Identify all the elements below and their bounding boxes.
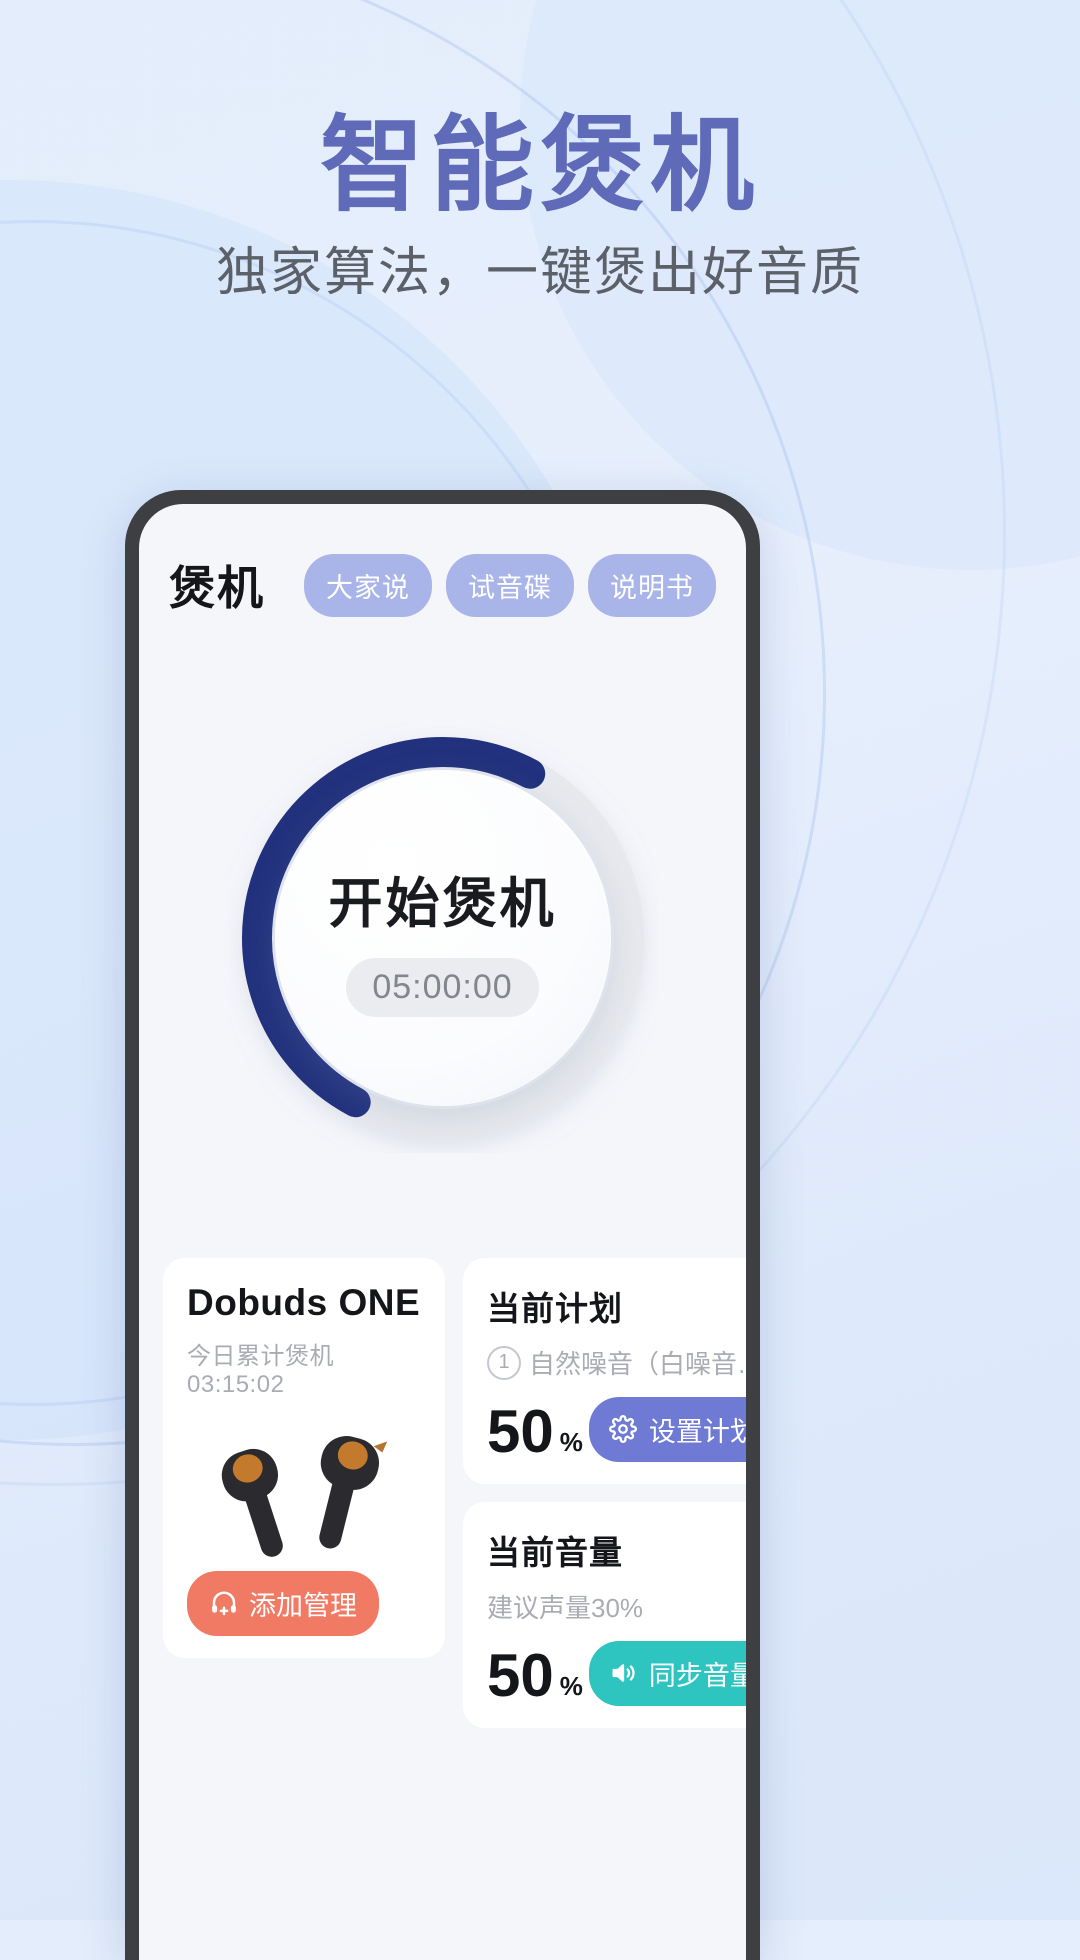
dial-timer[interactable]: 05:00:00 xyxy=(346,958,539,1017)
device-card-column: Dobuds ONE 今日累计煲机 03:15:02 添加管理 xyxy=(163,1258,445,1728)
earbuds-image xyxy=(187,1407,421,1577)
device-today-value: 03:15:02 xyxy=(187,1371,285,1398)
hero-section: 智能煲机 独家算法，一键煲出好音质 xyxy=(0,0,1080,305)
volume-value: 50 xyxy=(487,1642,554,1709)
app-header: 煲机 大家说 试音碟 说明书 xyxy=(139,504,746,618)
plan-unit: % xyxy=(559,1427,583,1457)
pill-test-disc[interactable]: 试音碟 xyxy=(446,553,574,617)
pill-community[interactable]: 大家说 xyxy=(304,553,432,617)
volume-desc-text: 建议声量30% xyxy=(487,1593,644,1623)
volume-card: 当前音量 建议声量30% 50 % 同步音量 xyxy=(463,1502,746,1728)
pill-manual[interactable]: 说明书 xyxy=(588,553,716,617)
volume-card-title: 当前音量 xyxy=(487,1534,623,1571)
set-plan-label: 设置计划 xyxy=(648,1417,746,1447)
info-card-column: 当前计划 1 自然噪音（白噪音… 50 % 设置计划 当前音量 建议声量30% … xyxy=(463,1258,746,1728)
header-pill-group: 大家说 试音碟 说明书 xyxy=(304,553,716,617)
sync-volume-label: 同步音量 xyxy=(648,1661,746,1691)
phone-screen: 煲机 大家说 试音碟 说明书 开始煲机 05:00:00 Dobuds ONE … xyxy=(139,504,746,1960)
device-card: Dobuds ONE 今日累计煲机 03:15:02 添加管理 xyxy=(163,1258,445,1658)
set-plan-button[interactable]: 设置计划 xyxy=(588,1397,746,1462)
speaker-icon xyxy=(609,1659,639,1689)
plan-value-row: 50 % 设置计划 xyxy=(487,1397,746,1462)
plan-card: 当前计划 1 自然噪音（白噪音… 50 % 设置计划 xyxy=(463,1258,746,1484)
headset-plus-icon xyxy=(209,1589,239,1619)
cards-section: Dobuds ONE 今日累计煲机 03:15:02 添加管理 当前计划 1 自… xyxy=(139,1258,746,1728)
page-subtitle: 独家算法，一键煲出好音质 xyxy=(215,244,864,303)
plan-desc-text: 自然噪音（白噪音… xyxy=(529,1349,746,1379)
phone-mockup: 煲机 大家说 试音碟 说明书 开始煲机 05:00:00 Dobuds ONE … xyxy=(125,490,760,1960)
add-manage-label: 添加管理 xyxy=(249,1591,357,1621)
dial-section: 开始煲机 05:00:00 xyxy=(139,618,746,1258)
sync-volume-button[interactable]: 同步音量 xyxy=(588,1641,746,1706)
plan-value: 50 xyxy=(487,1398,554,1465)
plan-card-title: 当前计划 xyxy=(487,1290,623,1327)
gear-icon xyxy=(608,1414,639,1445)
device-today-stat: 今日累计煲机 03:15:02 xyxy=(187,1336,421,1399)
volume-unit: % xyxy=(559,1671,583,1701)
add-manage-button[interactable]: 添加管理 xyxy=(187,1571,379,1636)
device-today-label: 今日累计煲机 xyxy=(187,1343,334,1370)
volume-card-desc: 建议声量30% xyxy=(487,1588,746,1625)
plan-index-badge: 1 xyxy=(487,1345,521,1380)
volume-value-row: 50 % 同步音量 xyxy=(487,1641,746,1706)
dial-center[interactable]: 开始煲机 05:00:00 xyxy=(274,770,611,1106)
device-name: Dobuds ONE xyxy=(187,1282,421,1323)
app-title: 煲机 xyxy=(169,562,265,614)
plan-card-desc: 1 自然噪音（白噪音… xyxy=(487,1344,746,1381)
dial-start-label: 开始煲机 xyxy=(328,874,557,934)
burn-in-dial[interactable]: 开始煲机 05:00:00 xyxy=(228,723,658,1153)
page-title: 智能煲机 xyxy=(319,108,760,224)
